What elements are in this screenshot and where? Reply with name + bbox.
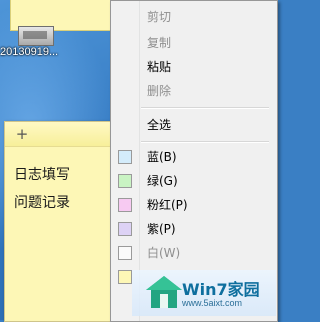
color-swatch-pink bbox=[118, 198, 132, 212]
menu-item-select-all[interactable]: 全选 bbox=[147, 115, 267, 135]
menu-item-cut: 剪切 bbox=[147, 10, 172, 24]
sticky-note[interactable]: + 日志填写 问题记录 bbox=[4, 121, 122, 322]
menu-item-copy: 复制 bbox=[147, 36, 172, 50]
menu-item-color-green[interactable]: 绿(G) bbox=[147, 171, 267, 191]
color-swatch-blue bbox=[118, 150, 132, 164]
menu-item-color-white[interactable]: 白(W) bbox=[147, 243, 267, 263]
color-swatch-white bbox=[118, 246, 132, 260]
note-text-line[interactable]: 日志填写 bbox=[14, 164, 70, 184]
menu-item-color-purple[interactable]: 紫(P) bbox=[147, 219, 267, 239]
color-swatch-yellow bbox=[118, 270, 132, 284]
menu-item-delete: 删除 bbox=[147, 84, 172, 98]
desktop-file-label[interactable]: 20130919... bbox=[0, 46, 70, 58]
sticky-note-header[interactable]: + bbox=[5, 122, 121, 147]
watermark-url: www.5aixt.com bbox=[182, 298, 243, 308]
color-swatch-purple bbox=[118, 222, 132, 236]
house-logo-icon bbox=[146, 276, 182, 308]
menu-separator bbox=[141, 141, 269, 143]
menu-item-color-pink[interactable]: 粉红(P) bbox=[147, 195, 267, 215]
note-text-line[interactable]: 问题记录 bbox=[14, 192, 70, 212]
watermark-brand: Win7家园 bbox=[182, 280, 260, 299]
add-note-button[interactable]: + bbox=[13, 124, 31, 144]
color-swatch-green bbox=[118, 174, 132, 188]
file-icon bbox=[18, 26, 54, 46]
menu-separator bbox=[141, 107, 269, 109]
menu-item-paste[interactable]: 粘贴 bbox=[147, 57, 267, 77]
menu-item-color-blue[interactable]: 蓝(B) bbox=[147, 147, 267, 167]
watermark: Win7家园 www.5aixt.com bbox=[132, 270, 276, 316]
